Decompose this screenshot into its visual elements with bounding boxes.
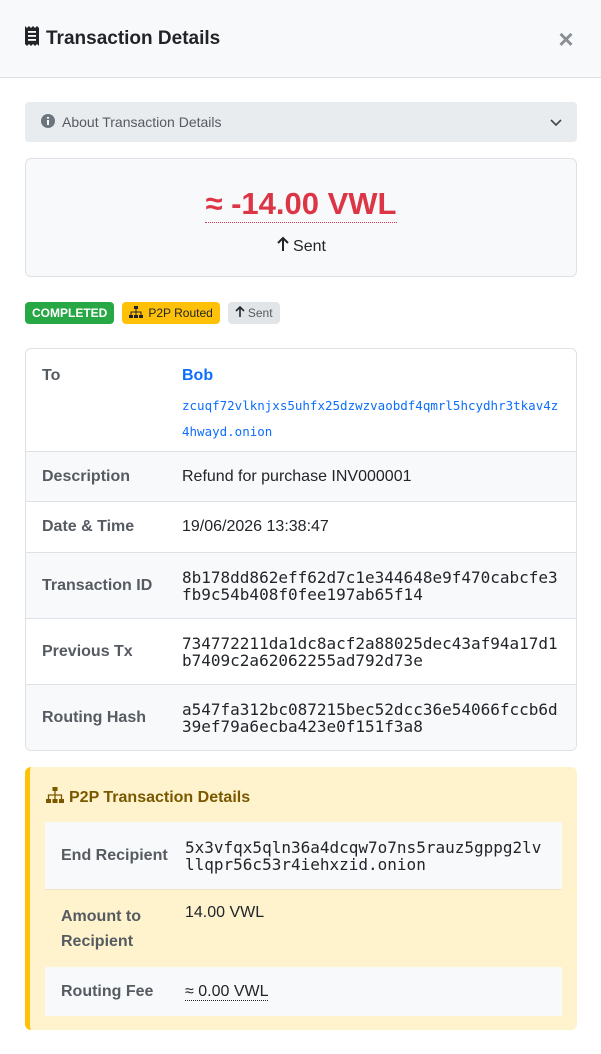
modal-header: Transaction Details ×	[0, 0, 601, 78]
p2p-title: P2P Transaction Details	[46, 787, 562, 808]
p2p-badge-label: P2P Routed	[148, 306, 213, 320]
table-row-datetime: Date & Time 19/06/2026 13:38:47	[26, 502, 576, 553]
close-icon: ×	[558, 24, 574, 54]
transaction-details-modal: Transaction Details × About Transaction …	[0, 0, 601, 1054]
to-label: To	[42, 367, 61, 384]
description-value: Refund for purchase INV000001	[182, 467, 412, 485]
table-row-routing-hash: Routing Hash a547fa312bc087215bec52dcc36…	[26, 685, 576, 750]
txid-value: 8b178dd862eff62d7c1e344648e9f470cabcfe3f…	[182, 567, 558, 604]
status-badge: COMPLETED	[25, 302, 115, 324]
network-icon	[46, 787, 64, 808]
amount-card: ≈ -14.00 VWL Sent	[25, 158, 577, 277]
amount-to-recipient-value: 14.00 VWL	[185, 904, 265, 921]
description-label: Description	[42, 467, 131, 485]
table-row-previous-tx: Previous Tx 734772211da1dc8acf2a88025dec…	[26, 619, 576, 685]
amount-to-recipient-label: Amount to Recipient	[61, 908, 141, 950]
recipient-name-link[interactable]: Bob	[182, 367, 562, 385]
accordion-label: About Transaction Details	[62, 114, 222, 130]
p2p-details-card: P2P Transaction Details End Recipient 5x…	[25, 767, 577, 1030]
about-accordion-toggle[interactable]: About Transaction Details	[25, 102, 577, 142]
routing-fee-value: ≈ 0.00 VWL	[185, 982, 269, 1001]
direction-label: Sent	[26, 236, 576, 257]
arrow-up-icon	[235, 305, 245, 321]
p2p-table: End Recipient 5x3vfqx5qln36a4dcqw7o7ns5r…	[45, 822, 562, 1016]
table-row-txid: Transaction ID 8b178dd862eff62d7c1e34464…	[26, 553, 576, 619]
badge-row: COMPLETED P2P Routed Sent	[25, 302, 577, 324]
modal-title-text: Transaction Details	[46, 27, 221, 49]
direction-badge-label: Sent	[247, 306, 273, 320]
table-row-end-recipient: End Recipient 5x3vfqx5qln36a4dcqw7o7ns5r…	[45, 822, 562, 890]
modal-title: Transaction Details	[24, 25, 221, 52]
table-row-to: To Bob zcuqf72vlknjxs5uhfx25dzwzvaobdf4q…	[26, 349, 576, 452]
receipt-icon	[24, 25, 40, 52]
direction-text: Sent	[293, 237, 326, 255]
direction-badge: Sent	[227, 302, 280, 324]
modal-body: About Transaction Details ≈ -14.00 VWL S…	[0, 78, 601, 1030]
end-recipient-label: End Recipient	[61, 846, 168, 864]
routing-hash-value: a547fa312bc087215bec52dcc36e54066fccb6d3…	[182, 699, 558, 736]
p2p-badge: P2P Routed	[122, 302, 220, 324]
previous-tx-label: Previous Tx	[42, 642, 133, 660]
close-button[interactable]: ×	[557, 26, 575, 52]
txid-label: Transaction ID	[42, 576, 153, 594]
routing-fee-label: Routing Fee	[61, 982, 154, 1000]
table-row-amount-to-recipient: Amount to Recipient 14.00 VWL	[45, 890, 562, 967]
table-row-routing-fee: Routing Fee ≈ 0.00 VWL	[45, 967, 562, 1016]
end-recipient-value: 5x3vfqx5qln36a4dcqw7o7ns5rauz5gppg2lvllq…	[185, 837, 542, 874]
recipient-address-link[interactable]: zcuqf72vlknjxs5uhfx25dzwzvaobdf4qmrl5hcy…	[182, 393, 562, 445]
arrow-up-icon	[276, 236, 290, 257]
datetime-label: Date & Time	[42, 518, 135, 535]
network-icon	[129, 305, 144, 321]
datetime-value: 19/06/2026 13:38:47	[182, 518, 329, 535]
routing-hash-label: Routing Hash	[42, 708, 146, 726]
chevron-down-icon	[549, 115, 563, 132]
details-table: To Bob zcuqf72vlknjxs5uhfx25dzwzvaobdf4q…	[25, 348, 577, 751]
amount-value: ≈ -14.00 VWL	[205, 186, 397, 223]
p2p-title-text: P2P Transaction Details	[69, 788, 251, 806]
previous-tx-link[interactable]: 734772211da1dc8acf2a88025dec43af94a17d1b…	[182, 635, 576, 669]
table-row-description: Description Refund for purchase INV00000…	[26, 452, 576, 502]
info-icon	[41, 113, 55, 131]
